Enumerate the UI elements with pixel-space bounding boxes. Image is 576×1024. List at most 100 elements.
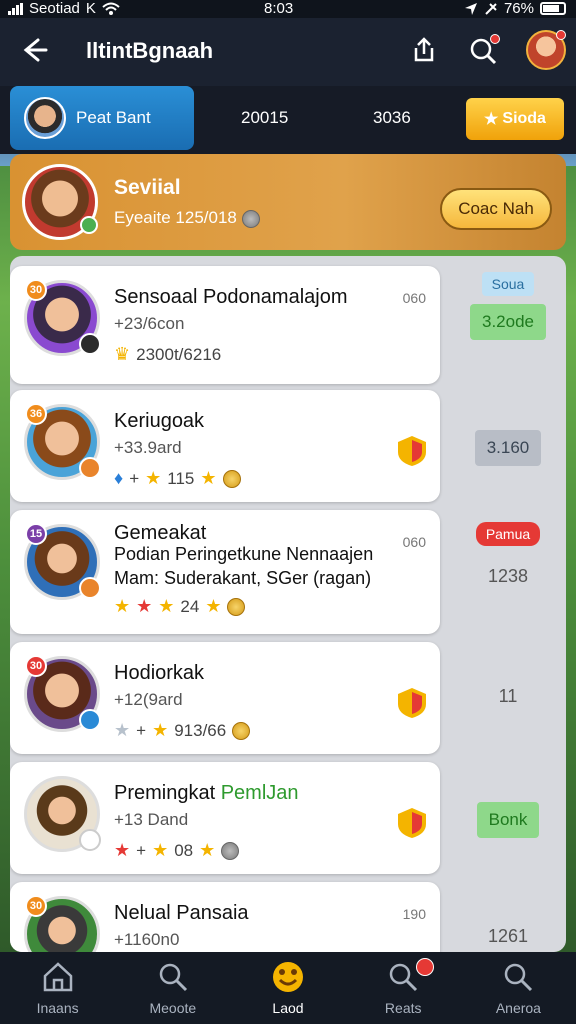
shield-icon — [398, 436, 426, 466]
signal-icon — [8, 2, 23, 15]
blue-gem-icon: ♦ — [114, 468, 124, 488]
star-icon: ★ — [205, 596, 222, 616]
app-bar: lltintBgnaah — [0, 18, 576, 86]
share-icon[interactable] — [410, 36, 438, 64]
star-icon: ★ — [136, 596, 153, 616]
list-item[interactable]: 30 Sensoaal Podonamalajom +23/6con ♛ 230… — [10, 266, 440, 384]
score-pill[interactable]: 3.2ode — [470, 304, 546, 340]
star-icon: ★ — [152, 720, 169, 740]
list-item[interactable]: 30 Nelual Pansaia +1160n0 190 — [10, 882, 440, 952]
header-subtitle: Eyeaite 125/018 — [114, 208, 260, 228]
rank-badge: 15 — [25, 523, 47, 545]
list-item[interactable]: Premingkat PemlJan +13 Dand ★ + ★ 08 ★ — [10, 762, 440, 874]
score-value: 1261 — [487, 926, 529, 946]
level-badge-icon — [79, 457, 101, 479]
nav-item-center[interactable]: Laod — [230, 952, 345, 1024]
right-col: 1261 — [450, 926, 566, 947]
tab-player-label: Peat Bant — [76, 108, 151, 127]
carrier-suffix: K — [85, 0, 96, 17]
alarm-icon — [485, 2, 497, 15]
paw-icon — [273, 962, 303, 992]
player-name: Sensoaal Podonamalajom — [114, 286, 348, 308]
nav-item-aneroa[interactable]: Aneroa — [461, 952, 576, 1024]
player-stats: ♛ 2300t/6216 — [114, 344, 222, 364]
tab-gold-button-label: Sioda — [502, 110, 546, 127]
player-sub: +23/6con — [114, 314, 185, 333]
action-pill[interactable]: Bonk — [476, 802, 540, 838]
right-col: Soua 3.2ode — [450, 272, 566, 340]
star-icon: ★ — [199, 840, 216, 860]
notification-dot — [490, 34, 500, 44]
avatar-notification-dot — [556, 30, 566, 40]
player-avatar: 30 — [24, 655, 101, 732]
tab-stat-1[interactable]: 20015 — [241, 108, 288, 128]
wifi-icon — [102, 2, 120, 15]
player-avatar: 30 — [24, 895, 100, 952]
player-name: Nelual Pansaia — [114, 902, 249, 924]
tab-gold-button[interactable]: ★ Sioda — [466, 98, 564, 140]
online-badge-icon — [80, 216, 98, 234]
status-bar: Seotiad K 8:03 76% — [0, 0, 576, 18]
score-pill[interactable]: 3.160 — [474, 430, 542, 466]
player-name: Keriugoak — [114, 410, 205, 432]
bottom-nav: Inaans Meoote Laod Reats Aneroa — [0, 952, 576, 1024]
star-icon: ★ — [114, 596, 131, 616]
score-value: 1238 — [487, 566, 529, 586]
info-icon — [241, 209, 260, 228]
right-col: 3.160 — [450, 430, 566, 466]
battery-icon — [540, 2, 566, 15]
list-item[interactable]: 36 Keriugoak +33.9ard ♦ + ★ 115 ★ — [10, 390, 440, 502]
star-icon: ★ — [114, 840, 131, 860]
right-col: Pamua 1238 — [450, 522, 566, 587]
search-icon — [159, 963, 187, 992]
player-avatar — [24, 776, 101, 852]
star-icon: ★ — [145, 468, 162, 488]
player-stats: ★ + ★ 913/66 — [114, 720, 251, 741]
mode-pill[interactable]: Soua — [481, 272, 535, 296]
star-icon: ★ — [200, 468, 217, 488]
clock: 8:03 — [264, 0, 294, 17]
player-avatar: 36 — [24, 403, 101, 480]
player-sub: +12(9ard — [114, 690, 183, 709]
tab-player[interactable]: Peat Bant — [10, 86, 194, 150]
player-stats: ★ ★ ★ 24 ★ — [114, 596, 246, 617]
player-name: Hodiorkak — [114, 662, 205, 684]
notification-dot — [415, 958, 434, 976]
player-avatar: 30 — [24, 279, 101, 356]
player-sub-2: Mam: Suderakant, SGer (ragan) — [114, 568, 372, 588]
tab-strip: Peat Bant 20015 3036 ★ Sioda — [0, 86, 576, 154]
tab-avatar — [24, 97, 66, 139]
rank-badge: 36 — [25, 403, 47, 425]
level-badge-icon — [79, 829, 101, 851]
player-stats: ♦ + ★ 115 ★ — [114, 468, 241, 489]
player-name: Premingkat PemlJan — [114, 782, 299, 804]
back-arrow-icon[interactable] — [18, 34, 50, 66]
search-icon — [505, 963, 533, 992]
level-badge-icon — [79, 333, 101, 355]
level-badge-icon — [79, 709, 101, 731]
player-list: 30 Sensoaal Podonamalajom +23/6con ♛ 230… — [10, 256, 566, 952]
header-action-button[interactable]: Coac Nah — [440, 188, 552, 230]
header-title: Seviial — [114, 176, 181, 199]
rank-badge: 30 — [25, 279, 47, 301]
battery-percent: 76% — [503, 0, 534, 17]
nav-item-home[interactable]: Inaans — [0, 952, 115, 1024]
list-item[interactable]: 15 Gemeakat Podian Peringetkune Nennaaje… — [10, 510, 440, 634]
star-icon: ★ — [158, 596, 175, 616]
tab-stat-2[interactable]: 3036 — [373, 108, 411, 128]
header-card: Seviial Eyeaite 125/018 Coac Nah — [10, 154, 566, 250]
nav-item-search[interactable]: Meoote — [115, 952, 230, 1024]
coin-icon — [227, 597, 246, 616]
nav-item-reats[interactable]: Reats — [346, 952, 461, 1024]
rank-badge: 30 — [25, 895, 47, 917]
list-item[interactable]: 30 Hodiorkak +12(9ard ★ + ★ 913/66 — [10, 642, 440, 754]
location-icon — [464, 2, 477, 15]
status-badge[interactable]: Pamua — [475, 522, 541, 546]
coin-icon — [221, 841, 240, 860]
player-sub: Podian Peringetkune Nennaajen — [114, 544, 374, 564]
player-count: 060 — [402, 290, 426, 306]
player-stats: ★ + ★ 08 ★ — [114, 840, 240, 861]
carrier-label: Seotiad — [29, 0, 80, 17]
star-icon: ★ — [484, 111, 499, 128]
coin-icon — [232, 721, 251, 740]
